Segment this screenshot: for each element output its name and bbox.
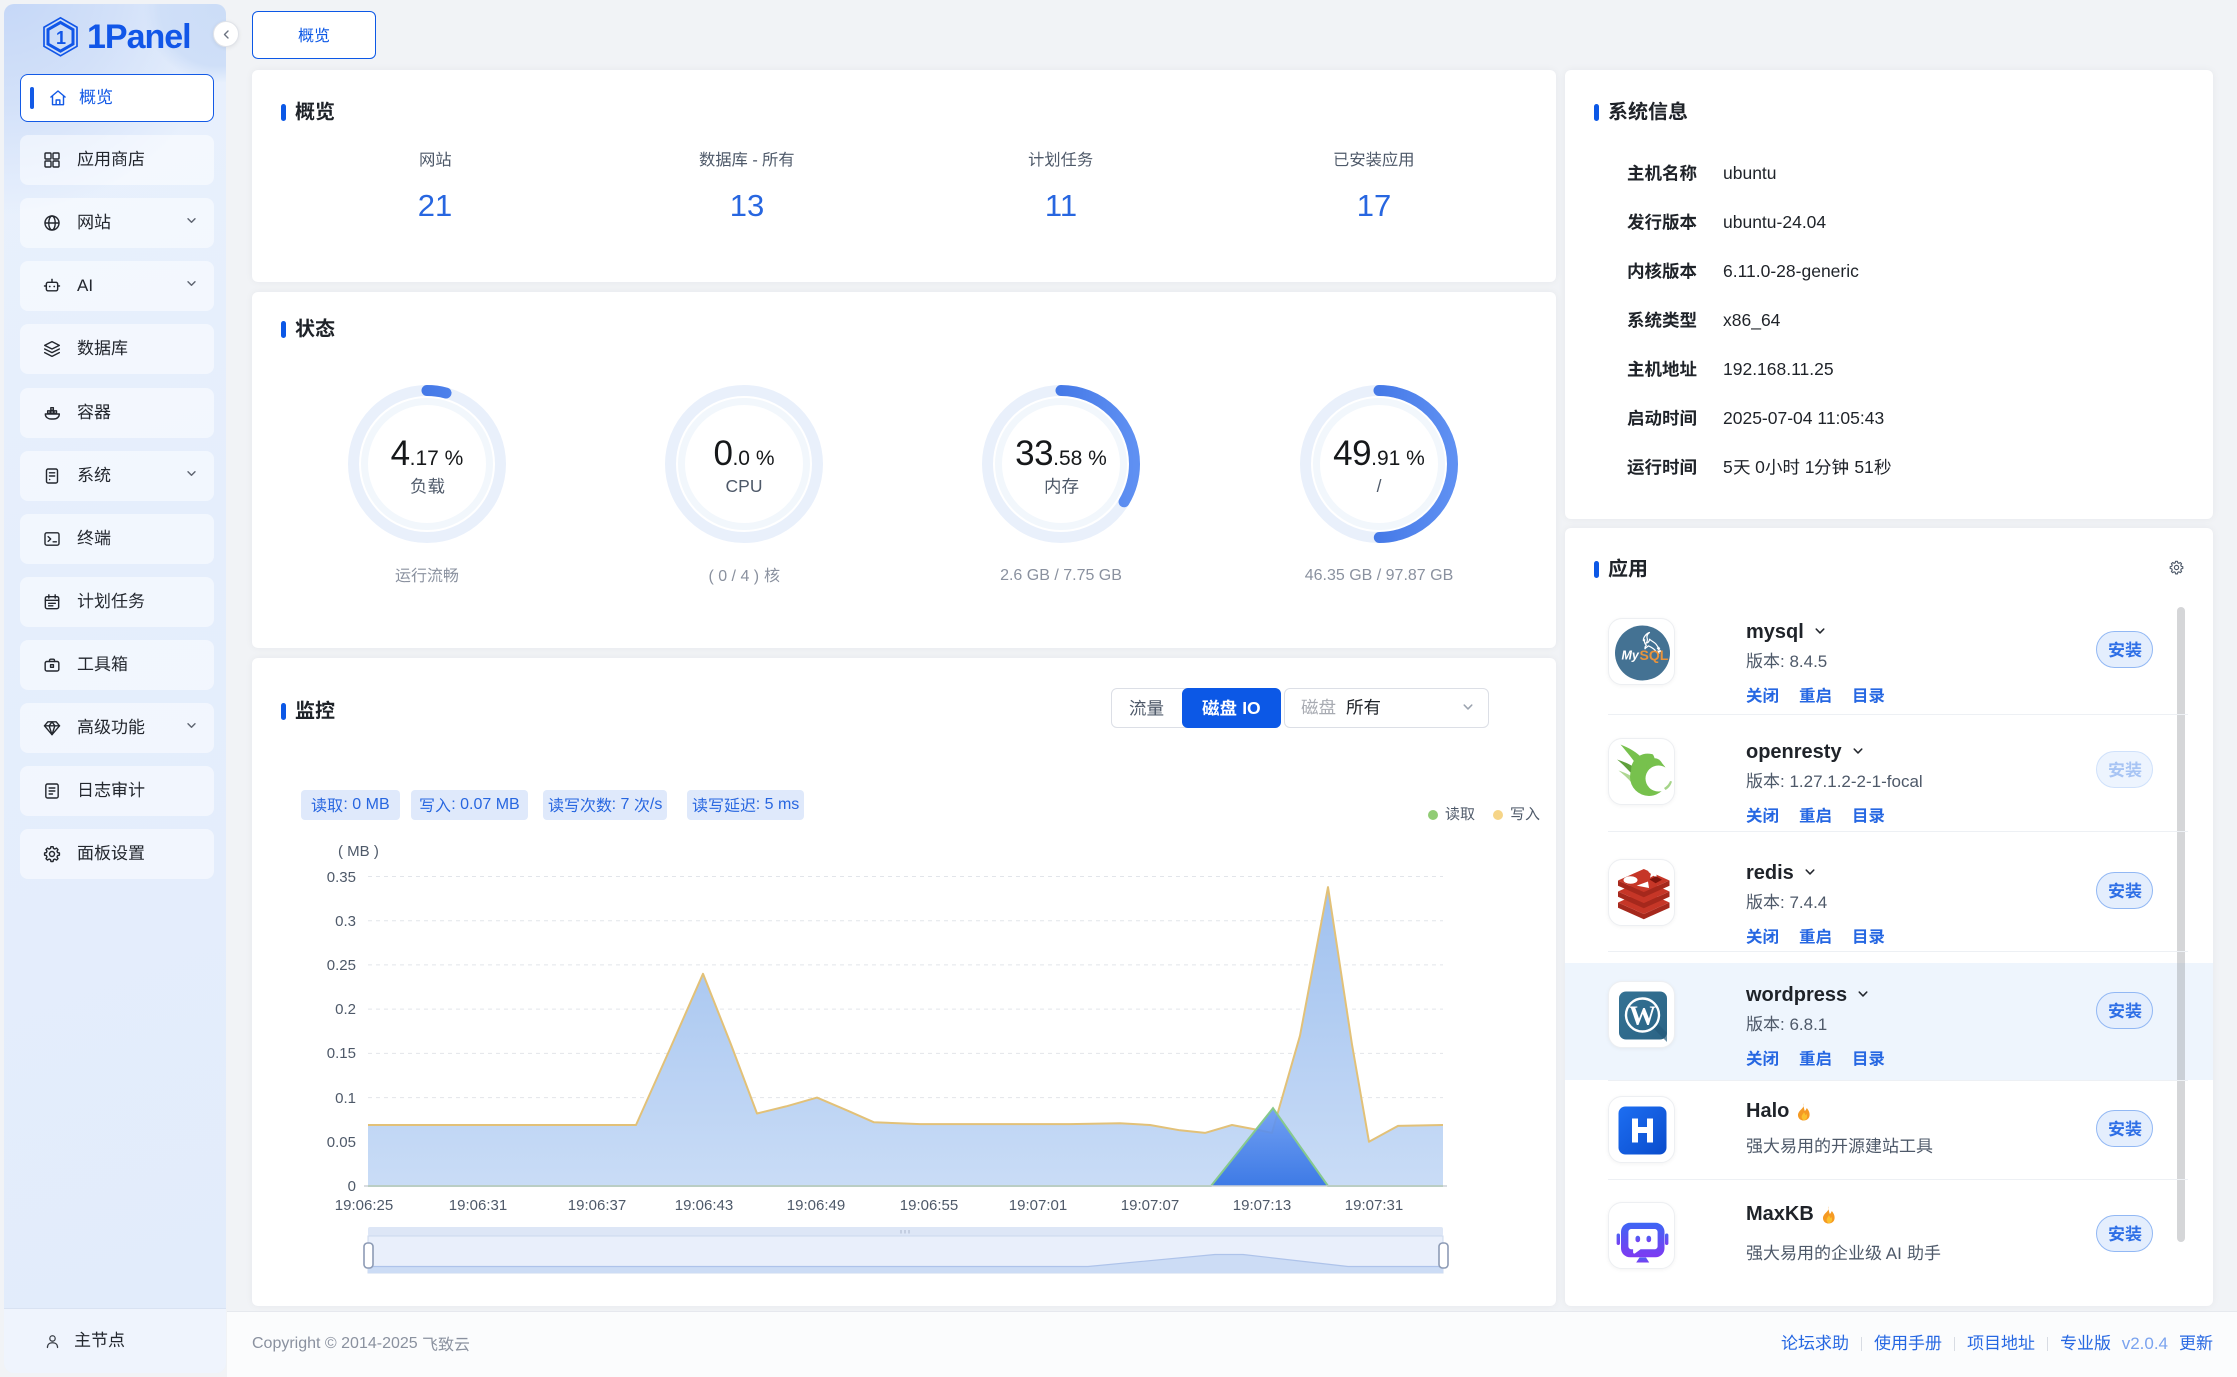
svg-text:19:06:49: 19:06:49 (787, 1197, 845, 1214)
svg-text:19:06:37: 19:06:37 (568, 1197, 626, 1214)
svg-text:19:06:43: 19:06:43 (675, 1197, 733, 1214)
svg-text:19:07:13: 19:07:13 (1233, 1197, 1291, 1214)
svg-text:19:06:31: 19:06:31 (449, 1197, 507, 1214)
svg-text:0.15: 0.15 (327, 1045, 356, 1062)
svg-text:19:07:07: 19:07:07 (1121, 1197, 1179, 1214)
svg-text:SQL: SQL (1640, 647, 1669, 663)
svg-text:0.25: 0.25 (327, 957, 356, 974)
svg-text:19:06:25: 19:06:25 (335, 1197, 393, 1214)
svg-text:0.05: 0.05 (327, 1134, 356, 1151)
svg-text:0.2: 0.2 (335, 1001, 356, 1018)
svg-text:1: 1 (56, 28, 66, 48)
svg-text:W: W (1629, 1001, 1656, 1031)
svg-text:19:07:31: 19:07:31 (1345, 1197, 1403, 1214)
svg-text:19:07:01: 19:07:01 (1009, 1197, 1067, 1214)
svg-text:19:06:55: 19:06:55 (900, 1197, 958, 1214)
svg-text:0.3: 0.3 (335, 913, 356, 930)
svg-text:0: 0 (348, 1178, 356, 1195)
svg-text:0.1: 0.1 (335, 1090, 356, 1107)
svg-text:0.35: 0.35 (327, 869, 356, 886)
svg-text:My: My (1622, 649, 1640, 663)
